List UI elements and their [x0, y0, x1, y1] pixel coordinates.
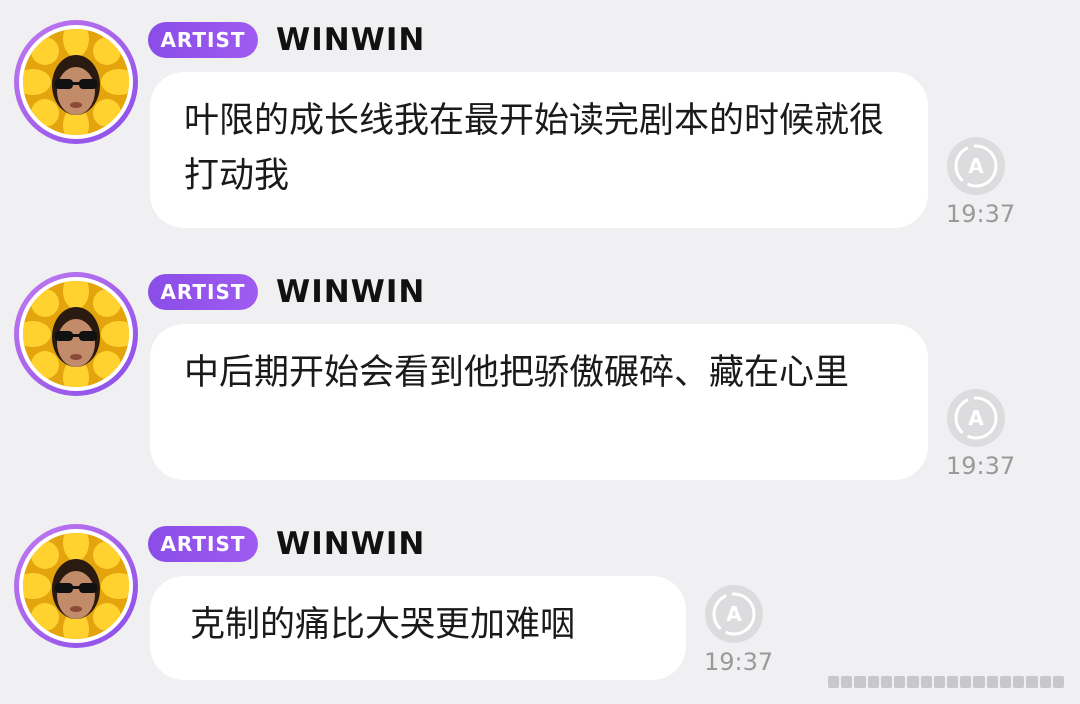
- avatar-ring: [19, 25, 133, 139]
- message-text: 叶限的成长线我在最开始读完剧本的时候就很打动我: [184, 101, 885, 196]
- translate-a-icon[interactable]: A: [704, 584, 764, 644]
- sunflower-face-icon: [23, 29, 129, 135]
- message-bubble[interactable]: 克制的痛比大哭更加难咽: [150, 576, 686, 680]
- message-bubble[interactable]: 叶限的成长线我在最开始读完剧本的时候就很打动我: [150, 72, 928, 228]
- username[interactable]: WINWIN: [276, 22, 425, 58]
- username[interactable]: WINWIN: [276, 526, 425, 562]
- translate-a-icon[interactable]: A: [946, 388, 1006, 448]
- avatar-ring: [19, 529, 133, 643]
- svg-text:A: A: [726, 602, 742, 626]
- message-text: 中后期开始会看到他把骄傲碾碎、藏在心里: [184, 353, 850, 393]
- sunflower-face-icon: [23, 533, 129, 639]
- message-text: 克制的痛比大哭更加难咽: [190, 605, 576, 645]
- avatar-ring: [19, 277, 133, 391]
- timestamp: 19:37: [704, 648, 774, 676]
- username[interactable]: WINWIN: [276, 274, 425, 310]
- timestamp: 19:37: [946, 452, 1016, 480]
- artist-badge: ARTIST: [148, 22, 258, 58]
- avatar[interactable]: [14, 524, 138, 648]
- translate-a-icon[interactable]: A: [946, 136, 1006, 196]
- svg-text:A: A: [968, 154, 984, 178]
- avatar[interactable]: [14, 272, 138, 396]
- avatar-photo: [23, 281, 129, 387]
- message-2: ARTIST WINWIN 中后期开始会看到他把骄傲碾碎、藏在心里 A 19:3…: [0, 272, 1080, 484]
- avatar-photo: [23, 533, 129, 639]
- svg-text:A: A: [968, 406, 984, 430]
- sunflower-face-icon: [23, 281, 129, 387]
- artist-badge: ARTIST: [148, 526, 258, 562]
- message-1: ARTIST WINWIN 叶限的成长线我在最开始读完剧本的时候就很打动我 A …: [0, 20, 1080, 232]
- scroll-indicator: [828, 676, 1064, 688]
- timestamp: 19:37: [946, 200, 1016, 228]
- avatar[interactable]: [14, 20, 138, 144]
- artist-badge: ARTIST: [148, 274, 258, 310]
- message-bubble[interactable]: 中后期开始会看到他把骄傲碾碎、藏在心里: [150, 324, 928, 480]
- avatar-photo: [23, 29, 129, 135]
